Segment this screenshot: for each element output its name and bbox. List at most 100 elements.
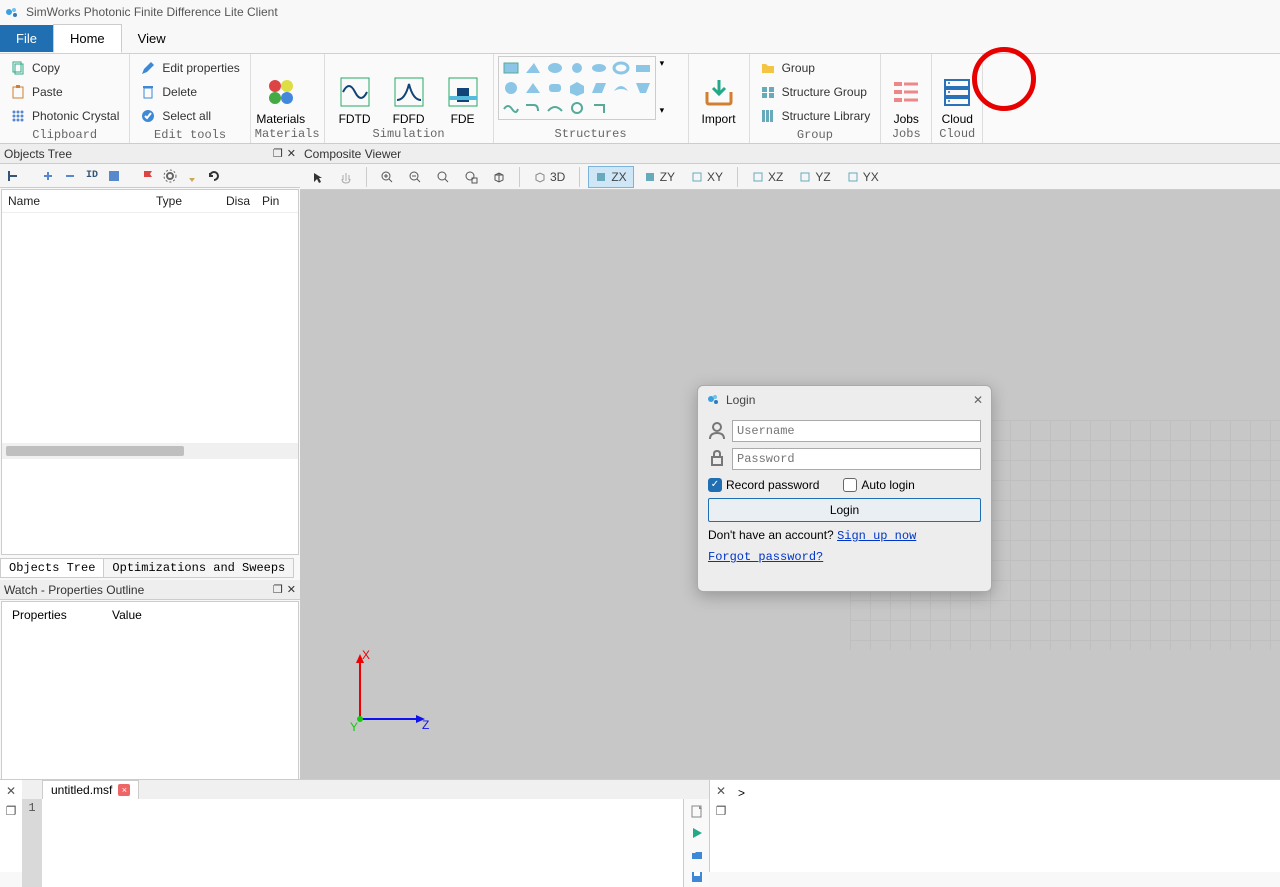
view-xy[interactable]: XY — [685, 166, 729, 188]
materials-button[interactable]: Materials — [255, 56, 307, 126]
close-icon[interactable]: ✕ — [6, 784, 16, 798]
expand-icon[interactable] — [40, 168, 56, 184]
signup-link[interactable]: Sign up now — [837, 529, 916, 543]
script-actions — [683, 799, 709, 887]
app-icon — [4, 4, 20, 20]
collapse-icon[interactable] — [62, 168, 78, 184]
console-body[interactable]: > — [732, 780, 1280, 872]
new-script-icon[interactable] — [687, 801, 707, 821]
library-icon — [760, 108, 776, 124]
cloud-icon — [941, 76, 973, 108]
structure-library-button[interactable]: Structure Library — [756, 106, 875, 126]
open-icon[interactable] — [687, 845, 707, 865]
gear-icon[interactable] — [162, 168, 178, 184]
pan-tool[interactable] — [334, 166, 358, 188]
tree-icon[interactable] — [6, 168, 22, 184]
zoom-fit-icon[interactable] — [431, 166, 455, 188]
login-button[interactable]: Login — [708, 498, 981, 522]
zoom-region-icon[interactable] — [459, 166, 483, 188]
fdfd-button[interactable]: FDFD — [383, 56, 435, 126]
objects-tree-body[interactable]: Name Type Disa Pin — [1, 189, 299, 555]
gallery-more-2[interactable]: ▾ — [660, 105, 665, 116]
forgot-password-link[interactable]: Forgot password? — [708, 550, 823, 564]
delete-button[interactable]: Delete — [136, 82, 243, 102]
select-all-button[interactable]: Select all — [136, 106, 243, 126]
script-text-area[interactable]: 1 — [22, 799, 709, 887]
import-button[interactable]: Import — [693, 56, 745, 126]
view-zx[interactable]: ZX — [588, 166, 633, 188]
jobs-icon — [890, 76, 922, 108]
view-yx[interactable]: YX — [841, 166, 885, 188]
undock-icon[interactable]: ❐ — [273, 149, 283, 161]
shapes-gallery[interactable] — [498, 56, 656, 120]
auto-login-checkbox[interactable]: Auto login — [843, 478, 914, 492]
photonic-crystal-button[interactable]: Photonic Crystal — [6, 106, 123, 126]
materials-icon — [265, 76, 297, 108]
tab-objects-tree[interactable]: Objects Tree — [0, 558, 104, 578]
fde-icon — [447, 76, 479, 108]
save-icon[interactable] — [687, 867, 707, 887]
id-icon[interactable]: ID — [84, 168, 100, 184]
undock-icon[interactable]: ❐ — [273, 585, 283, 597]
fdfd-icon — [393, 76, 425, 108]
menu-view[interactable]: View — [122, 25, 182, 52]
axis-gizmo: X Z Y — [340, 649, 430, 739]
record-password-checkbox[interactable]: Record password — [708, 478, 819, 492]
login-dialog: Login ✕ Record password Auto login Login… — [697, 385, 992, 592]
folder-icon — [760, 60, 776, 76]
tab-close-icon[interactable]: × — [118, 784, 130, 796]
fdtd-icon — [339, 76, 371, 108]
undock-icon[interactable]: ❐ — [716, 804, 727, 818]
undock-icon[interactable]: ❐ — [6, 804, 17, 818]
ribbon-group-materials: Materials Materials — [251, 54, 325, 143]
copy-button[interactable]: Copy — [6, 58, 123, 78]
fdtd-button[interactable]: FDTD — [329, 56, 381, 126]
username-input[interactable] — [732, 420, 981, 442]
lock-icon — [708, 449, 726, 470]
group-button[interactable]: Group — [756, 58, 875, 78]
run-icon[interactable] — [687, 823, 707, 843]
gallery-more-1[interactable]: ▾ — [660, 58, 665, 69]
menu-home[interactable]: Home — [53, 24, 122, 53]
filter-icon[interactable] — [106, 168, 122, 184]
view-zy[interactable]: ZY — [638, 166, 681, 188]
ribbon-group-clipboard: Copy Paste Photonic Crystal Clipboard — [0, 54, 130, 143]
view-3d[interactable]: 3D — [528, 166, 571, 188]
ribbon-group-simulation: FDTD FDFD FDE Simulation — [325, 54, 494, 143]
view-xz[interactable]: XZ — [746, 166, 789, 188]
ribbon-group-group: Group Structure Group Structure Library … — [750, 54, 882, 143]
edit-properties-button[interactable]: Edit properties — [136, 58, 243, 78]
zoom-out-icon[interactable] — [403, 166, 427, 188]
app-title: SimWorks Photonic Finite Difference Lite… — [26, 5, 278, 19]
ribbon-group-cloud: Cloud Cloud — [932, 54, 983, 143]
cloud-button[interactable]: Cloud — [936, 56, 978, 126]
pointer-tool[interactable] — [306, 166, 330, 188]
close-icon[interactable]: ✕ — [716, 784, 726, 798]
tab-optimizations[interactable]: Optimizations and Sweeps — [103, 558, 294, 578]
zoom-in-icon[interactable] — [375, 166, 399, 188]
structure-group-icon — [760, 84, 776, 100]
refresh-icon[interactable] — [206, 168, 222, 184]
grid-icon — [10, 108, 26, 124]
menu-file[interactable]: File — [0, 25, 53, 52]
dialog-title-bar[interactable]: Login ✕ — [698, 386, 991, 414]
view-yz[interactable]: YZ — [793, 166, 836, 188]
check-icon — [140, 108, 156, 124]
pencil-icon — [140, 60, 156, 76]
cube-icon[interactable] — [487, 166, 511, 188]
horizontal-scrollbar[interactable] — [2, 443, 298, 459]
password-input[interactable] — [732, 448, 981, 470]
close-icon[interactable]: ✕ — [287, 585, 296, 597]
svg-text:Z: Z — [422, 718, 429, 732]
close-icon[interactable]: ✕ — [287, 149, 296, 161]
dialog-close-icon[interactable]: ✕ — [973, 393, 983, 407]
bottom-panel: ✕ ❐ untitled.msf × 1 ✕ ❐ > — [0, 779, 1280, 872]
paste-button[interactable]: Paste — [6, 82, 123, 102]
pin-icon[interactable] — [184, 168, 200, 184]
structure-group-button[interactable]: Structure Group — [756, 82, 875, 102]
jobs-button[interactable]: Jobs — [885, 56, 927, 126]
flag-icon[interactable] — [140, 168, 156, 184]
fde-button[interactable]: FDE — [437, 56, 489, 126]
script-tab[interactable]: untitled.msf × — [42, 780, 139, 799]
objects-tree-header: Objects Tree ❐✕ — [0, 144, 300, 164]
